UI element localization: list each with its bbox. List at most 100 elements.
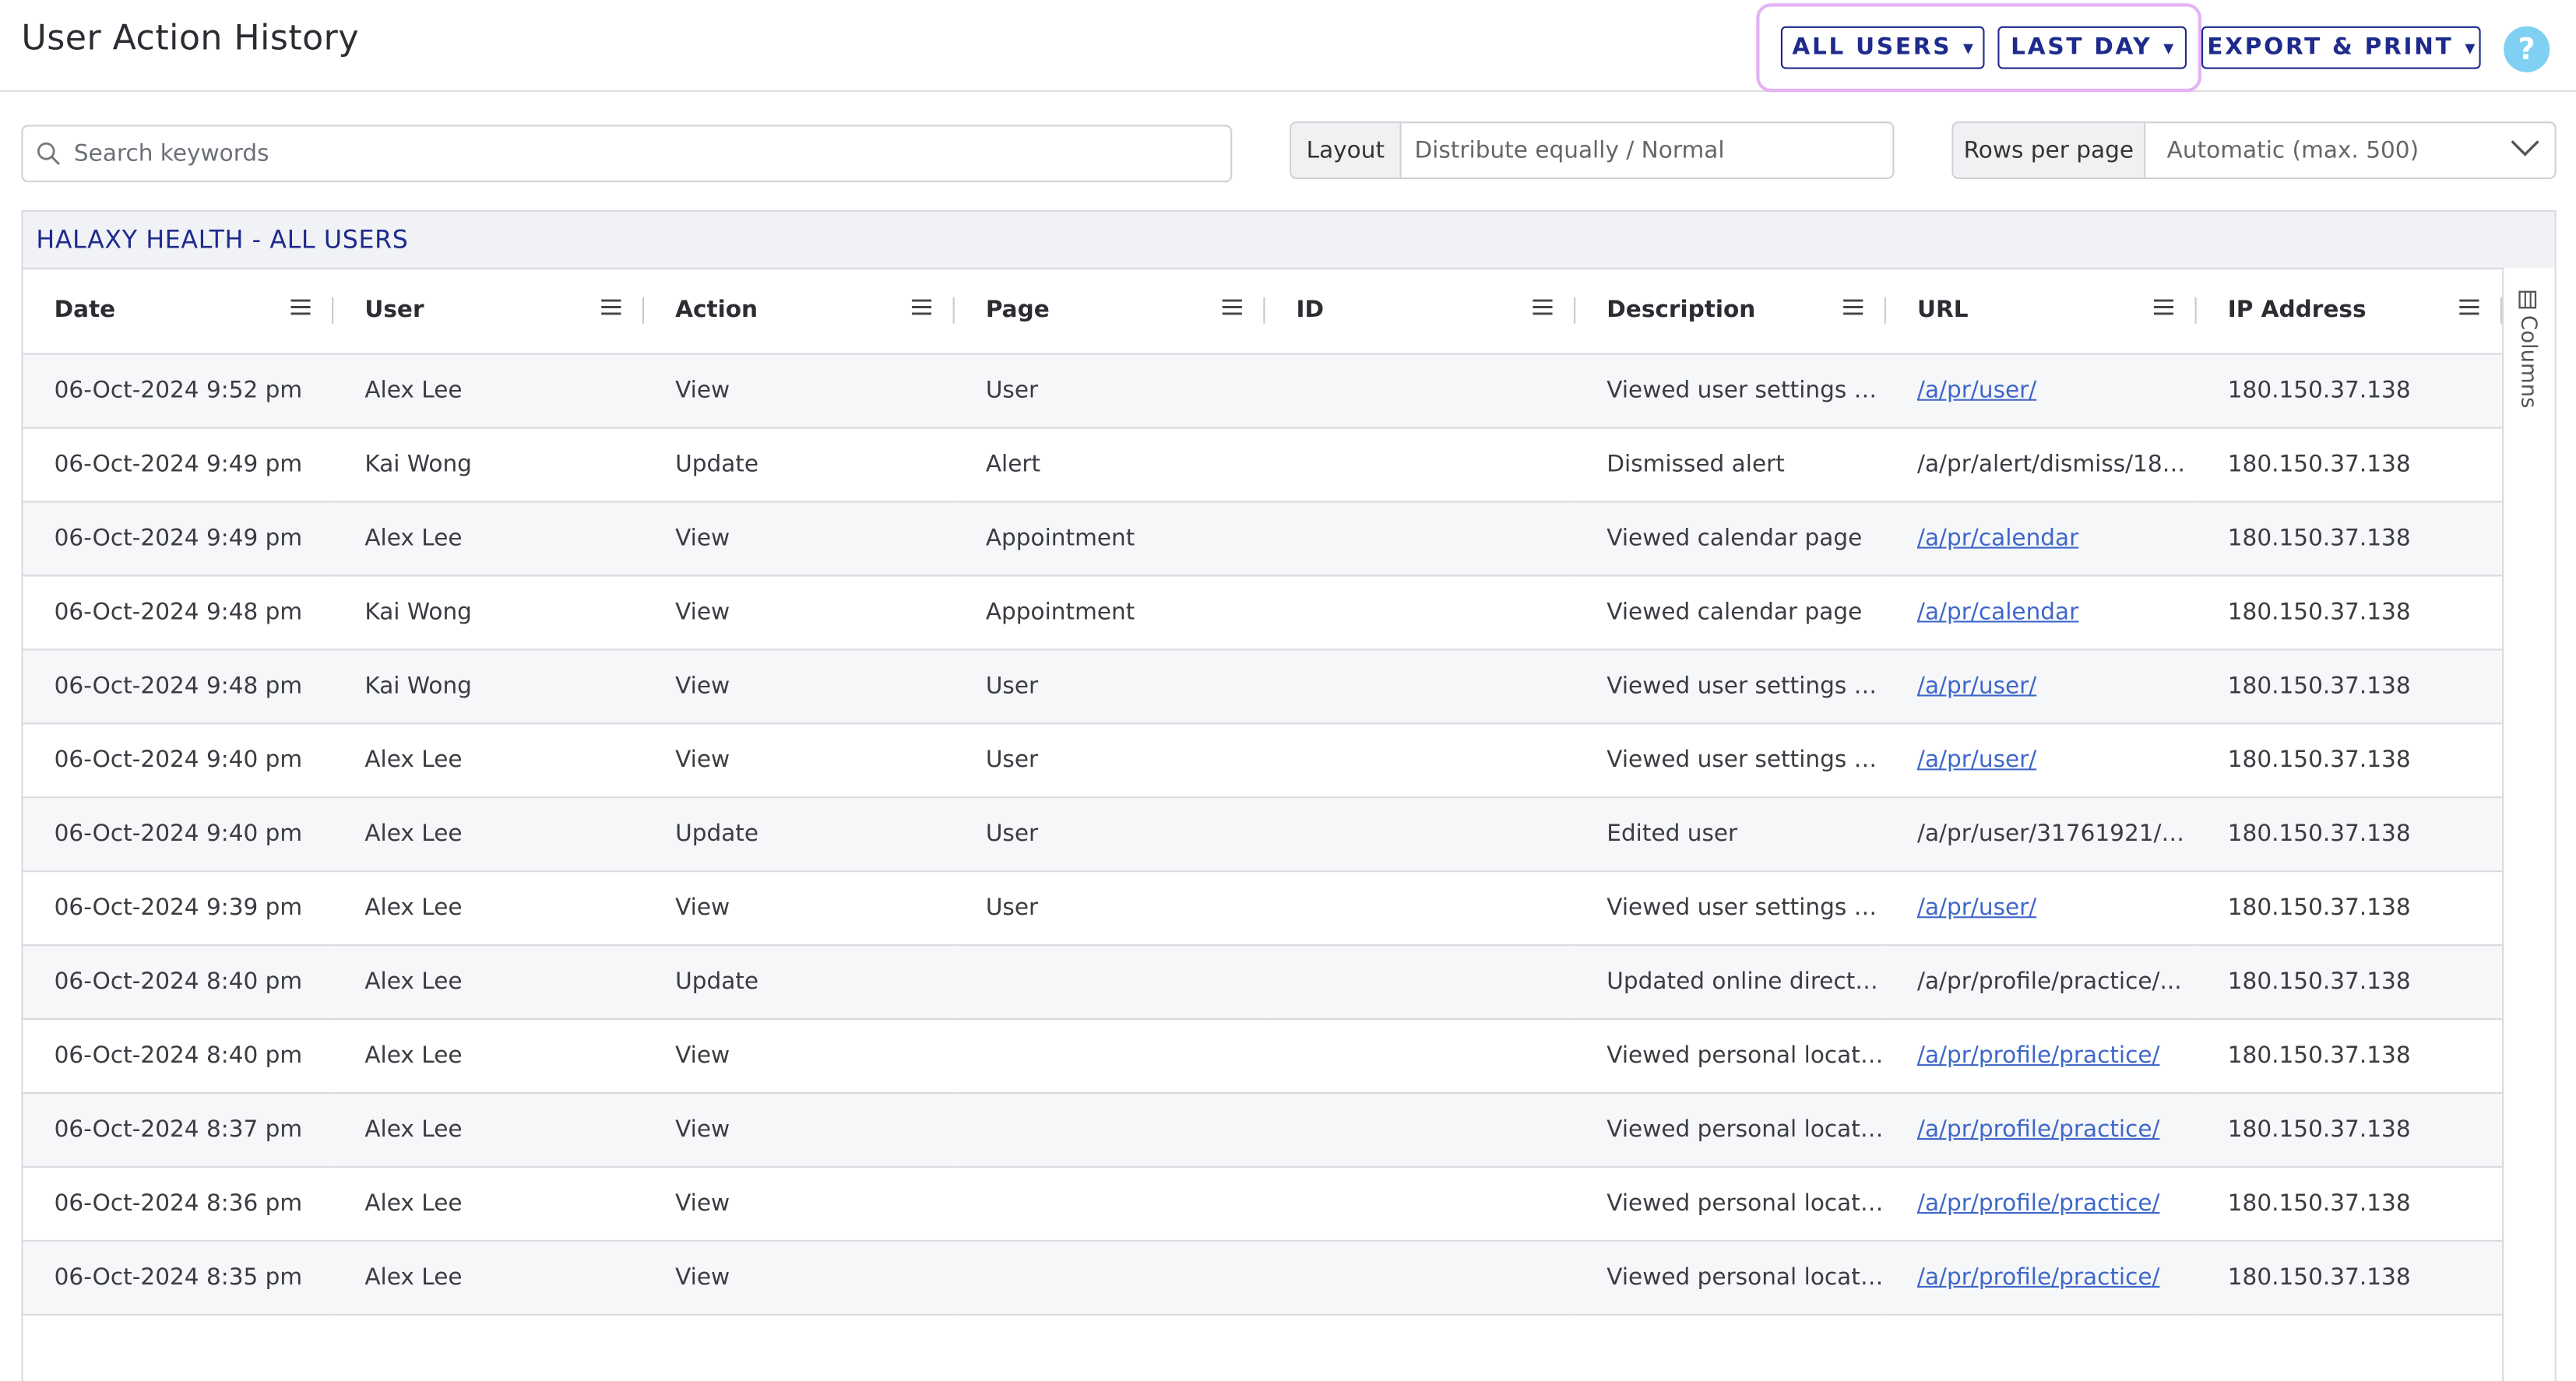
cell-date: 06-Oct-2024 9:39 pm [23, 871, 334, 947]
last-day-button[interactable]: LAST DAY ▼ [1997, 26, 2187, 69]
column-header-user[interactable]: User [333, 267, 644, 355]
cell-date: 06-Oct-2024 9:49 pm [23, 501, 334, 577]
url-link[interactable]: /a/pr/profile/practice/ [1917, 1191, 2159, 1218]
column-menu-icon[interactable] [2459, 299, 2479, 315]
column-header-label: Description [1606, 297, 1756, 324]
table-area: Date User Action Page ID Description URL… [23, 267, 2503, 1316]
cell-url: /a/pr/profile/practice/ [1885, 1240, 2197, 1316]
cell-page [954, 945, 1265, 1021]
cell-id [1265, 353, 1576, 429]
table-row[interactable]: 06-Oct-2024 9:39 pm Alex Lee View User Viewe… [23, 871, 2503, 947]
help-icon[interactable]: ? [2504, 26, 2550, 72]
cell-user: Alex Lee [333, 723, 644, 799]
cell-user: Alex Lee [333, 871, 644, 947]
url-link[interactable]: /a/pr/user/ [1917, 895, 2036, 922]
layout-label: Layout [1291, 123, 1402, 177]
rows-per-page-select[interactable]: Rows per page Automatic (max. 500) [1951, 121, 2557, 179]
cell-id [1265, 797, 1576, 873]
cell-user: Kai Wong [333, 575, 644, 651]
column-header-id[interactable]: ID [1265, 267, 1576, 355]
table-row[interactable]: 06-Oct-2024 9:40 pm Alex Lee View User Viewe… [23, 723, 2503, 799]
cell-user: Alex Lee [333, 1092, 644, 1168]
table-row[interactable]: 06-Oct-2024 9:52 pm Alex Lee View User Viewe… [23, 353, 2503, 429]
table-row[interactable]: 06-Oct-2024 8:37 pm Alex Lee View Viewed pe… [23, 1092, 2503, 1168]
url-link[interactable]: /a/pr/user/ [1917, 747, 2036, 774]
export-print-button[interactable]: EXPORT & PRINT ▼ [2201, 26, 2481, 69]
column-header-date[interactable]: Date [23, 267, 334, 355]
cell-action: View [643, 575, 955, 651]
table-row[interactable]: 06-Oct-2024 8:35 pm Alex Lee View Viewed pe… [23, 1240, 2503, 1316]
column-menu-icon[interactable] [1843, 299, 1863, 315]
cell-action: View [643, 1019, 955, 1095]
chevron-down-icon [2511, 140, 2539, 156]
url-link[interactable]: /a/pr/profile/practice/ [1917, 1043, 2159, 1070]
history-table: Date User Action Page ID Description URL… [23, 267, 2503, 1316]
cell-page [954, 1019, 1265, 1095]
column-header-action[interactable]: Action [643, 267, 955, 355]
cell-url: /a/pr/calendar [1885, 575, 2197, 651]
table-row[interactable]: 06-Oct-2024 8:40 pm Alex Lee Update Updated… [23, 945, 2503, 1021]
layout-control[interactable]: Layout Distribute equally / Normal [1290, 121, 1895, 179]
column-header-description[interactable]: Description [1575, 267, 1886, 355]
column-header-ip-address[interactable]: IP Address [2196, 267, 2503, 355]
table-body: 06-Oct-2024 9:52 pm Alex Lee View User Viewe… [23, 353, 2503, 1316]
column-header-label: Date [54, 297, 116, 324]
cell-ip: 180.150.37.138 [2196, 723, 2503, 799]
cell-user: Kai Wong [333, 427, 644, 503]
cell-ip: 180.150.37.138 [2196, 797, 2503, 873]
cell-id [1265, 575, 1576, 651]
column-header-page[interactable]: Page [954, 267, 1265, 355]
columns-side-tab[interactable]: Columns [2515, 290, 2540, 408]
search-box[interactable] [21, 125, 1233, 183]
cell-action: View [643, 501, 955, 577]
cell-user: Alex Lee [333, 945, 644, 1021]
table-row[interactable]: 06-Oct-2024 9:49 pm Kai Wong Update Alert Di… [23, 427, 2503, 503]
table-row[interactable]: 06-Oct-2024 8:40 pm Alex Lee View Viewed pe… [23, 1019, 2503, 1095]
search-input[interactable] [70, 139, 1195, 169]
cell-description: Viewed personal locati... [1575, 1092, 1886, 1168]
table-row[interactable]: 06-Oct-2024 8:36 pm Alex Lee View Viewed pe… [23, 1166, 2503, 1242]
url-link[interactable]: /a/pr/calendar [1917, 599, 2078, 626]
url-link[interactable]: /a/pr/profile/practice/ [1917, 1117, 2159, 1144]
all-users-label: ALL USERS [1792, 34, 1952, 61]
url-link[interactable]: /a/pr/user/ [1917, 673, 2036, 700]
column-menu-icon[interactable] [1222, 299, 1242, 315]
column-menu-icon[interactable] [911, 299, 932, 315]
cell-ip: 180.150.37.138 [2196, 353, 2503, 429]
cell-page [954, 1092, 1265, 1168]
table-row[interactable]: 06-Oct-2024 9:48 pm Kai Wong View Appointme… [23, 575, 2503, 651]
cell-page: User [954, 353, 1265, 429]
column-menu-icon[interactable] [601, 299, 621, 315]
layout-value: Distribute equally / Normal [1414, 137, 1725, 163]
cell-id [1265, 723, 1576, 799]
all-users-button[interactable]: ALL USERS ▼ [1780, 26, 1985, 69]
column-menu-icon[interactable] [290, 299, 311, 315]
page-title: User Action History [21, 18, 359, 58]
cell-user: Alex Lee [333, 353, 644, 429]
page-header: User Action History ALL USERS ▼ LAST DAY… [0, 0, 2576, 93]
cell-date: 06-Oct-2024 9:48 pm [23, 649, 334, 725]
url-link[interactable]: /a/pr/profile/practice/ [1917, 1264, 2159, 1291]
search-icon [37, 142, 60, 165]
cell-page: User [954, 723, 1265, 799]
url-link[interactable]: /a/pr/user/ [1917, 378, 2036, 404]
group-header: HALAXY HEALTH - ALL USERS [23, 212, 2555, 269]
table-row[interactable]: 06-Oct-2024 9:48 pm Kai Wong View User Viewe… [23, 649, 2503, 725]
column-header-label: IP Address [2227, 297, 2367, 324]
cell-user: Alex Lee [333, 501, 644, 577]
cell-action: View [643, 353, 955, 429]
cell-url: /a/pr/profile/practice/ [1885, 1019, 2197, 1095]
table-row[interactable]: 06-Oct-2024 9:40 pm Alex Lee Update User Edi… [23, 797, 2503, 873]
cell-ip: 180.150.37.138 [2196, 1166, 2503, 1242]
cell-date: 06-Oct-2024 8:40 pm [23, 1019, 334, 1095]
cell-date: 06-Oct-2024 9:40 pm [23, 797, 334, 873]
cell-url: /a/pr/user/ [1885, 723, 2197, 799]
url-link[interactable]: /a/pr/calendar [1917, 525, 2078, 552]
column-header-url[interactable]: URL [1885, 267, 2197, 355]
cell-date: 06-Oct-2024 9:40 pm [23, 723, 334, 799]
column-menu-icon[interactable] [2153, 299, 2174, 315]
table-row[interactable]: 06-Oct-2024 9:49 pm Alex Lee View Appointme… [23, 501, 2503, 577]
cell-description: Viewed personal locati... [1575, 1019, 1886, 1095]
column-header-label: Action [675, 297, 758, 324]
column-menu-icon[interactable] [1533, 299, 1553, 315]
